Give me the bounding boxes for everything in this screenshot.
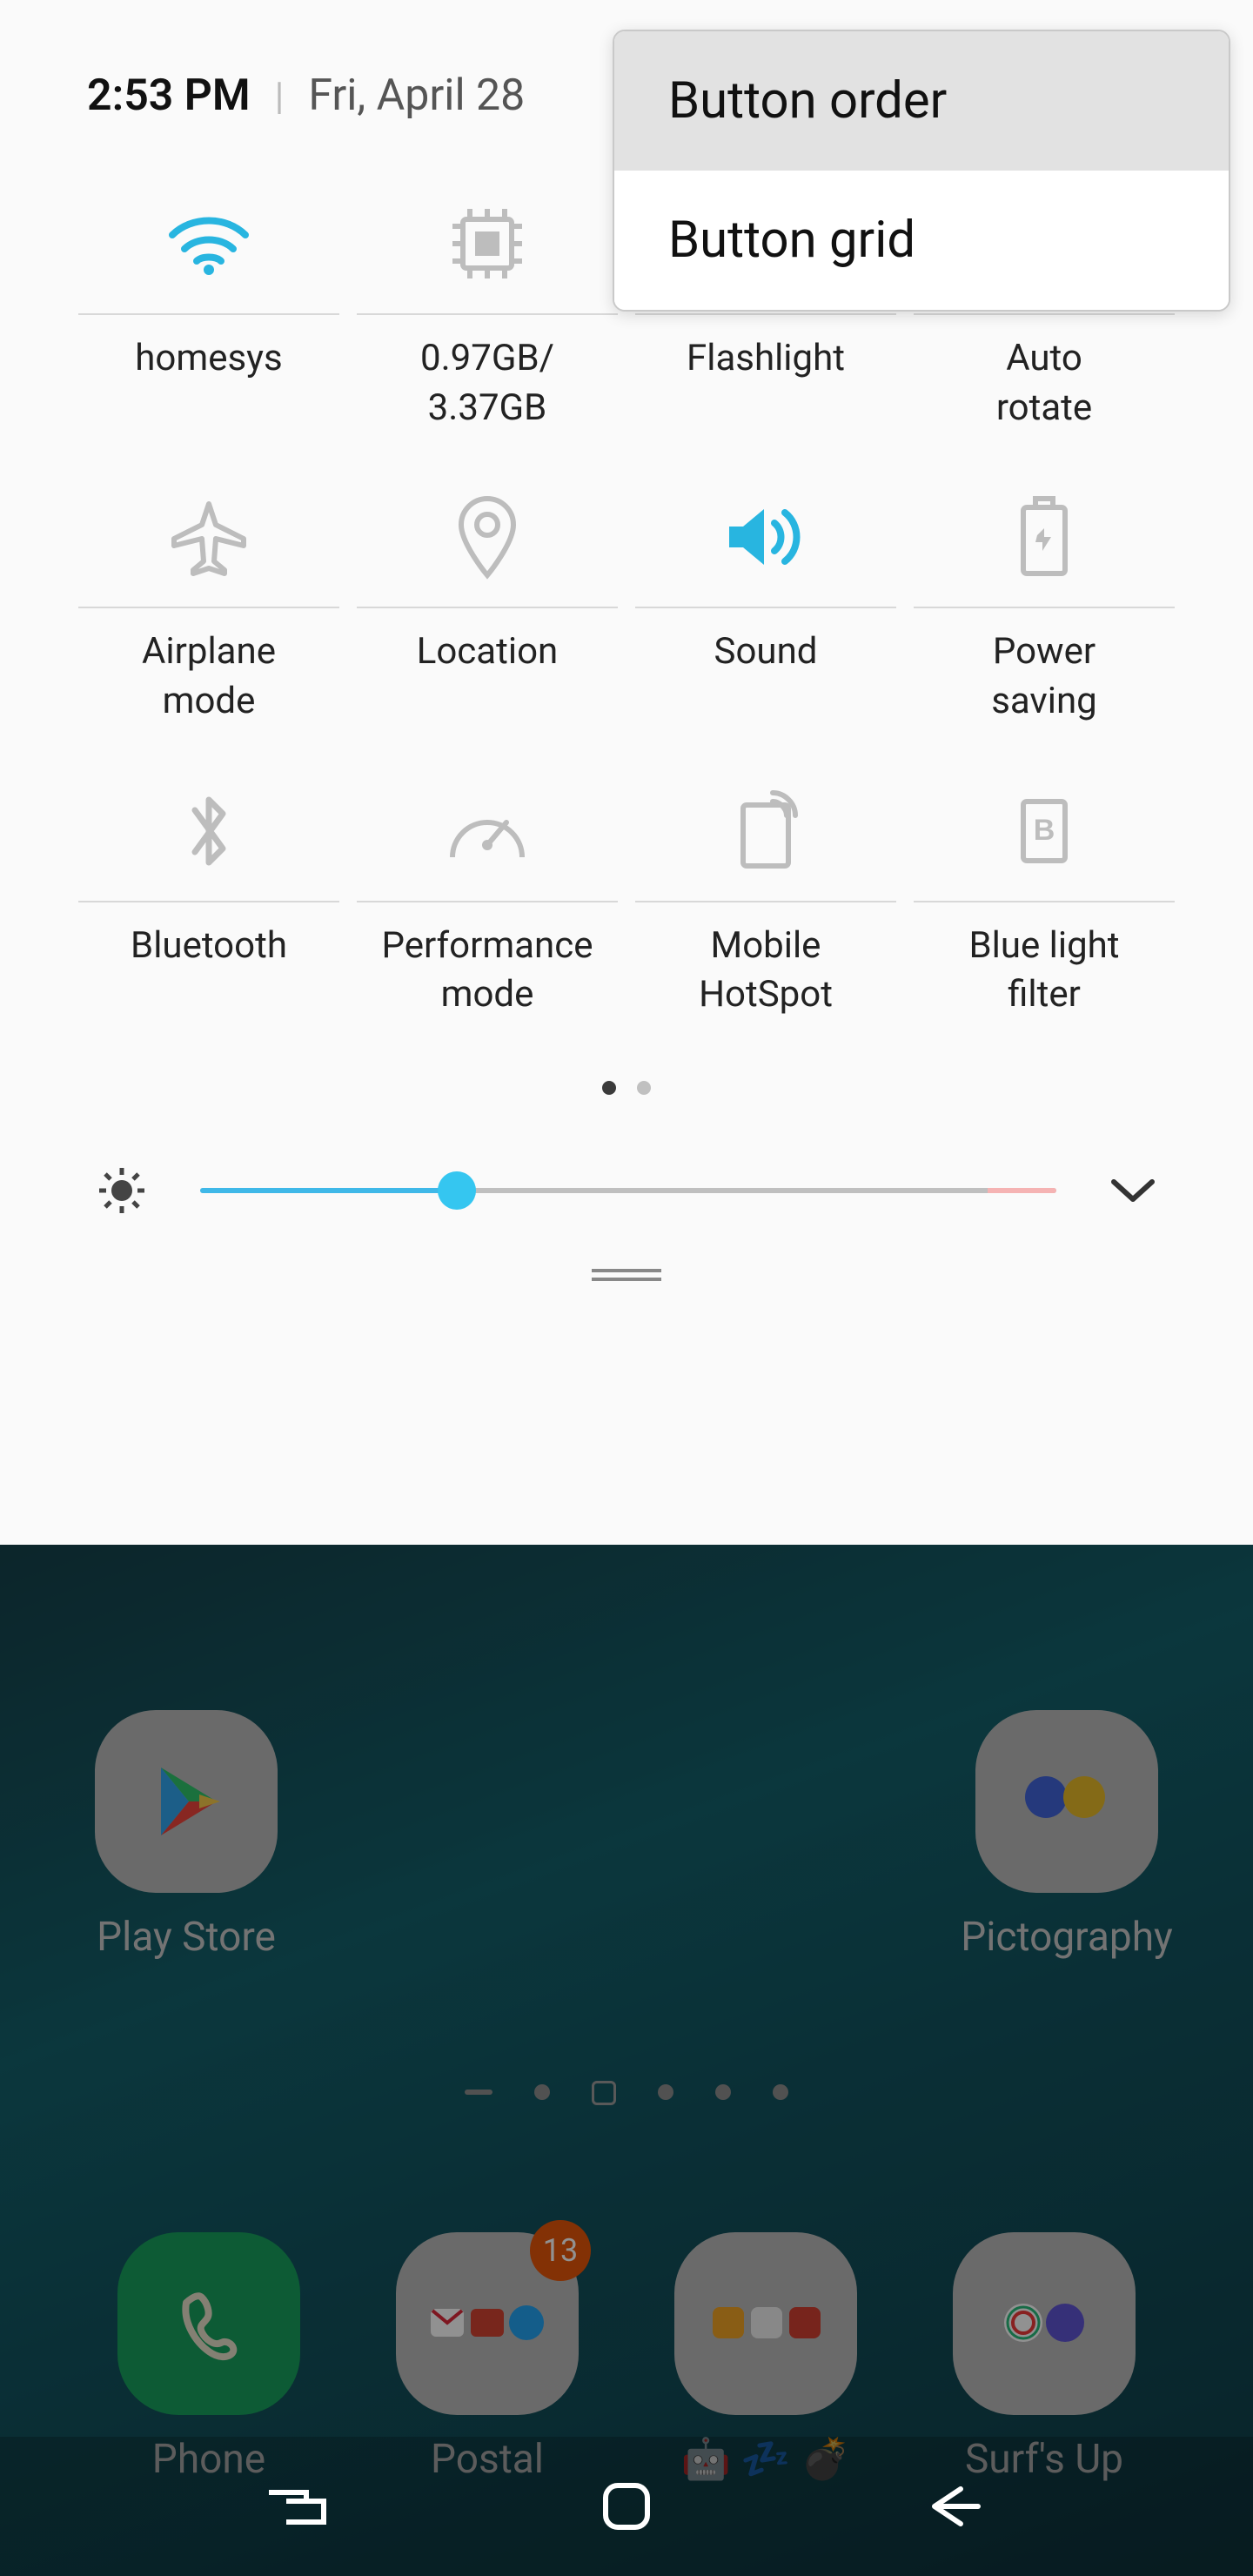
tile-label: Sound <box>714 608 818 677</box>
dim-overlay <box>0 1545 1253 2576</box>
hotspot-icon <box>635 761 896 901</box>
tile-label: Blue light filter <box>968 902 1119 1020</box>
tile-wifi[interactable]: homesys <box>78 174 339 433</box>
tile-label: 0.97GB/ 3.37GB <box>420 315 554 433</box>
quick-settings-panel: 2:53 PM | Fri, April 28 homesys 0.97GB/ … <box>0 0 1253 1545</box>
tile-label: Auto rotate <box>996 315 1092 433</box>
menu-item-button-order[interactable]: Button order <box>614 31 1229 171</box>
chip-icon <box>357 174 618 313</box>
svg-text:B: B <box>1034 814 1055 847</box>
tile-hotspot[interactable]: Mobile HotSpot <box>635 761 896 1020</box>
tile-label: Airplane mode <box>142 608 276 726</box>
brightness-control <box>0 1121 1253 1260</box>
panel-drag-handle[interactable] <box>0 1260 1253 1281</box>
tile-label: homesys <box>135 315 282 384</box>
tile-power-saving[interactable]: Power saving <box>914 467 1175 726</box>
tile-ram[interactable]: 0.97GB/ 3.37GB <box>357 174 618 433</box>
tile-label: Bluetooth <box>131 902 287 971</box>
page-dot[interactable] <box>602 1081 616 1095</box>
tile-label: Power saving <box>991 608 1097 726</box>
brightness-expand[interactable] <box>1109 1175 1157 1206</box>
tiles-page-indicator <box>0 1081 1253 1095</box>
tile-bluelight[interactable]: B Blue light filter <box>914 761 1175 1020</box>
recents-button[interactable] <box>263 2480 332 2532</box>
clock-time: 2:53 PM <box>87 70 251 121</box>
wifi-icon <box>78 174 339 313</box>
home-screen: Play Store Pictography Phone 13 <box>0 1545 1253 2576</box>
tile-airplane[interactable]: Airplane mode <box>78 467 339 726</box>
airplane-icon <box>78 467 339 607</box>
tile-label: Mobile HotSpot <box>699 902 833 1020</box>
navigation-bar <box>0 2437 1253 2576</box>
tile-bluetooth[interactable]: Bluetooth <box>78 761 339 1020</box>
menu-item-button-grid[interactable]: Button grid <box>614 171 1229 310</box>
tile-label: Performance mode <box>382 902 593 1020</box>
page-dot[interactable] <box>637 1081 651 1095</box>
gauge-icon <box>357 761 618 901</box>
tile-sound[interactable]: Sound <box>635 467 896 726</box>
clock-date: Fri, April 28 <box>308 70 525 121</box>
tile-performance[interactable]: Performance mode <box>357 761 618 1020</box>
overflow-menu: Button order Button grid <box>613 30 1230 312</box>
tile-label: Flashlight <box>687 315 845 384</box>
brightness-slider[interactable] <box>200 1179 1056 1202</box>
location-icon <box>357 467 618 607</box>
back-button[interactable] <box>921 2480 990 2532</box>
bluelight-icon: B <box>914 761 1175 901</box>
home-button[interactable] <box>595 2475 658 2538</box>
tile-location[interactable]: Location <box>357 467 618 726</box>
tile-label: Location <box>417 608 559 677</box>
sound-icon <box>635 467 896 607</box>
separator: | <box>275 73 285 118</box>
bluetooth-icon <box>78 761 339 901</box>
brightness-icon <box>96 1164 148 1217</box>
battery-icon <box>914 467 1175 607</box>
